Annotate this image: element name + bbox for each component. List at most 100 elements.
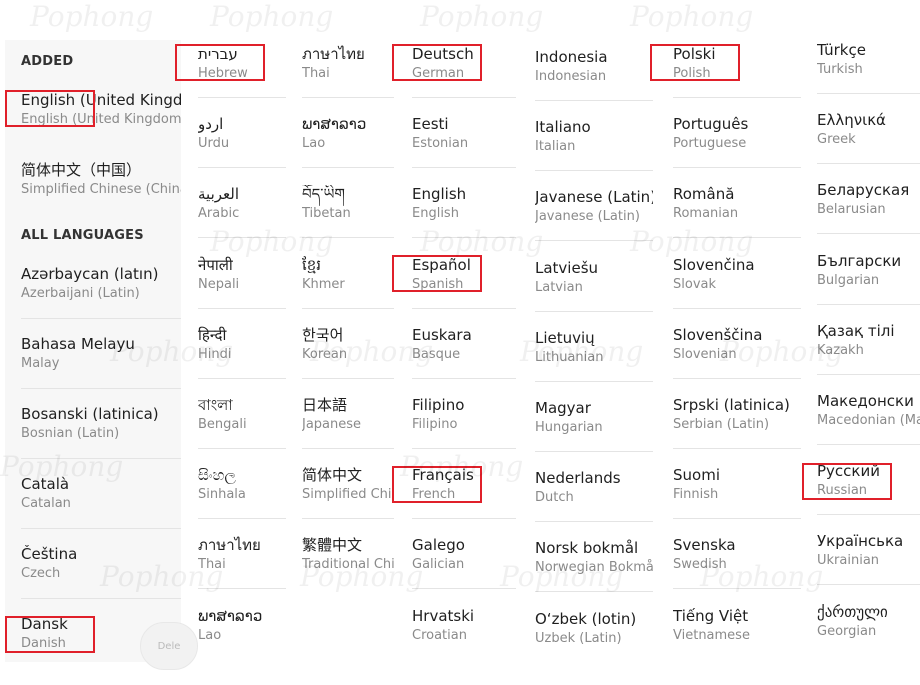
divider (673, 378, 801, 379)
divider (673, 588, 801, 589)
language-item-swedish[interactable]: Svenska Swedish (673, 536, 801, 574)
language-native-name: Български (817, 252, 902, 270)
language-native-name: Srpski (latinica) (673, 396, 790, 414)
language-item-bulgarian[interactable]: Български Bulgarian (817, 252, 920, 290)
language-english-name: Simplified Chinese (China) (21, 182, 181, 197)
language-item-traditional-chinese[interactable]: 繁體中文 Traditional Chinese (302, 536, 394, 574)
language-item-simplified-chinese-china[interactable]: 简体中文（中国） Simplified Chinese (China) (21, 161, 181, 199)
delete-button-partial[interactable]: Dele (140, 622, 198, 670)
language-item-bengali[interactable]: বাংলা Bengali (198, 396, 286, 434)
divider (412, 237, 516, 238)
language-english-name: Portuguese (673, 136, 747, 151)
language-item-georgian[interactable]: ქართული Georgian (817, 603, 920, 641)
language-item-hindi[interactable]: हिन्दी Hindi (198, 326, 286, 364)
language-item-croatian[interactable]: Hrvatski Croatian (412, 607, 516, 645)
divider (198, 308, 286, 309)
language-english-name: Sinhala (198, 487, 246, 502)
language-item-hungarian[interactable]: Magyar Hungarian (535, 399, 653, 437)
language-english-name: Nepali (198, 277, 240, 292)
language-item-basque[interactable]: Euskara Basque (412, 326, 516, 364)
language-item-khmer[interactable]: ខ្មែរ Khmer (302, 256, 394, 294)
language-item-malay[interactable]: Bahasa Melayu Malay (21, 335, 181, 373)
divider (412, 518, 516, 519)
language-item-macedonian-macedonia[interactable]: Македонски Macedonian (Macedonia) (817, 392, 920, 430)
language-item-korean[interactable]: 한국어 Korean (302, 326, 394, 364)
language-english-name: Romanian (673, 206, 739, 221)
language-item-thai[interactable]: ภาษาไทย Thai (198, 536, 286, 574)
language-item-dutch[interactable]: Nederlands Dutch (535, 469, 653, 507)
divider (412, 167, 516, 168)
language-item-russian[interactable]: Русский Russian (817, 462, 920, 500)
divider (817, 374, 920, 375)
language-item-ukrainian[interactable]: Українська Ukrainian (817, 532, 920, 570)
language-item-latvian[interactable]: Latviešu Latvian (535, 259, 653, 297)
language-item-catalan[interactable]: Català Catalan (21, 475, 181, 513)
language-item-polish[interactable]: Polski Polish (673, 45, 801, 83)
divider (412, 448, 516, 449)
language-item-portuguese[interactable]: Português Portuguese (673, 115, 801, 153)
language-item-nepali[interactable]: नेपाली Nepali (198, 256, 286, 294)
language-item-urdu[interactable]: اردو Urdu (198, 115, 286, 153)
language-item-german[interactable]: Deutsch German (412, 45, 516, 83)
language-item-french[interactable]: Français French (412, 466, 516, 504)
language-item-greek[interactable]: Ελληνικά Greek (817, 111, 920, 149)
language-english-name: Slovenian (673, 347, 737, 362)
language-item-hebrew[interactable]: עברית Hebrew (198, 45, 286, 83)
language-native-name: Français (412, 466, 474, 484)
language-item-english-uk[interactable]: English (United Kingdom) English (United… (21, 91, 181, 129)
language-item-javanese-latin[interactable]: Javanese (Latin) Javanese (Latin) (535, 188, 653, 226)
language-native-name: Tiếng Việt (673, 607, 749, 625)
divider (673, 97, 801, 98)
language-item-estonian[interactable]: Eesti Estonian (412, 115, 516, 153)
language-item-arabic[interactable]: العربية Arabic (198, 185, 286, 223)
language-item-lao[interactable]: ພາສາລາວ Lao (198, 607, 286, 645)
language-native-name: Română (673, 185, 735, 203)
divider (535, 451, 653, 452)
language-item-finnish[interactable]: Suomi Finnish (673, 466, 801, 504)
language-item-azerbaijani[interactable]: Azərbaycan (latın) Azerbaijani (Latin) (21, 265, 181, 303)
language-item-spanish[interactable]: Español Spanish (412, 256, 516, 294)
divider (302, 448, 394, 449)
language-english-name: English (United Kingdom) (21, 112, 181, 127)
divider (302, 167, 394, 168)
language-item-galician[interactable]: Galego Galician (412, 536, 516, 574)
language-item-kazakh[interactable]: Қазақ тілі Kazakh (817, 322, 920, 360)
language-item-norwegian-bokm-l[interactable]: Norsk bokmål Norwegian Bokmål (535, 539, 653, 577)
language-native-name: اردو (198, 115, 224, 133)
language-item-turkish[interactable]: Türkçe Turkish (817, 41, 920, 79)
language-item-italian[interactable]: Italiano Italian (535, 118, 653, 156)
language-item-indonesian[interactable]: Indonesia Indonesian (535, 48, 653, 86)
language-item-bosnian[interactable]: Bosanski (latinica) Bosnian (Latin) (21, 405, 181, 443)
language-item-slovenian[interactable]: Slovenščina Slovenian (673, 326, 801, 364)
language-item-english[interactable]: English English (412, 185, 516, 223)
language-item-vietnamese[interactable]: Tiếng Việt Vietnamese (673, 607, 801, 645)
language-native-name: Português (673, 115, 749, 133)
language-native-name: English (412, 185, 467, 203)
language-english-name: French (412, 487, 456, 502)
language-item-filipino[interactable]: Filipino Filipino (412, 396, 516, 434)
divider (535, 240, 653, 241)
divider (412, 378, 516, 379)
language-item-belarusian[interactable]: Беларуская Belarusian (817, 181, 920, 219)
divider (817, 93, 920, 94)
language-item-tibetan[interactable]: བོད་ཡིག Tibetan (302, 185, 394, 223)
language-item-czech[interactable]: Čeština Czech (21, 545, 181, 583)
language-item-serbian-latin[interactable]: Srpski (latinica) Serbian (Latin) (673, 396, 801, 434)
language-item-uzbek-latin[interactable]: O‘zbek (lotin) Uzbek (Latin) (535, 610, 653, 648)
language-native-name: Čeština (21, 545, 78, 563)
language-native-name: Türkçe (817, 41, 866, 59)
language-item-japanese[interactable]: 日本語 Japanese (302, 396, 394, 434)
language-native-name: 한국어 (302, 326, 344, 344)
divider (535, 311, 653, 312)
language-item-lithuanian[interactable]: Lietuvių Lithuanian (535, 329, 653, 367)
delete-button-label: Dele (157, 640, 181, 652)
language-item-thai[interactable]: ภาษาไทย Thai (302, 45, 394, 83)
language-item-sinhala[interactable]: සිංහල Sinhala (198, 466, 286, 504)
language-english-name: Lithuanian (535, 350, 604, 365)
language-item-simplified-chinese[interactable]: 简体中文 Simplified Chinese (302, 466, 394, 504)
language-item-romanian[interactable]: Română Romanian (673, 185, 801, 223)
language-item-slovak[interactable]: Slovenčina Slovak (673, 256, 801, 294)
language-english-name: Finnish (673, 487, 719, 502)
language-native-name: ภาษาไทย (302, 45, 365, 63)
language-item-lao[interactable]: ພາສາລາວ Lao (302, 115, 394, 153)
